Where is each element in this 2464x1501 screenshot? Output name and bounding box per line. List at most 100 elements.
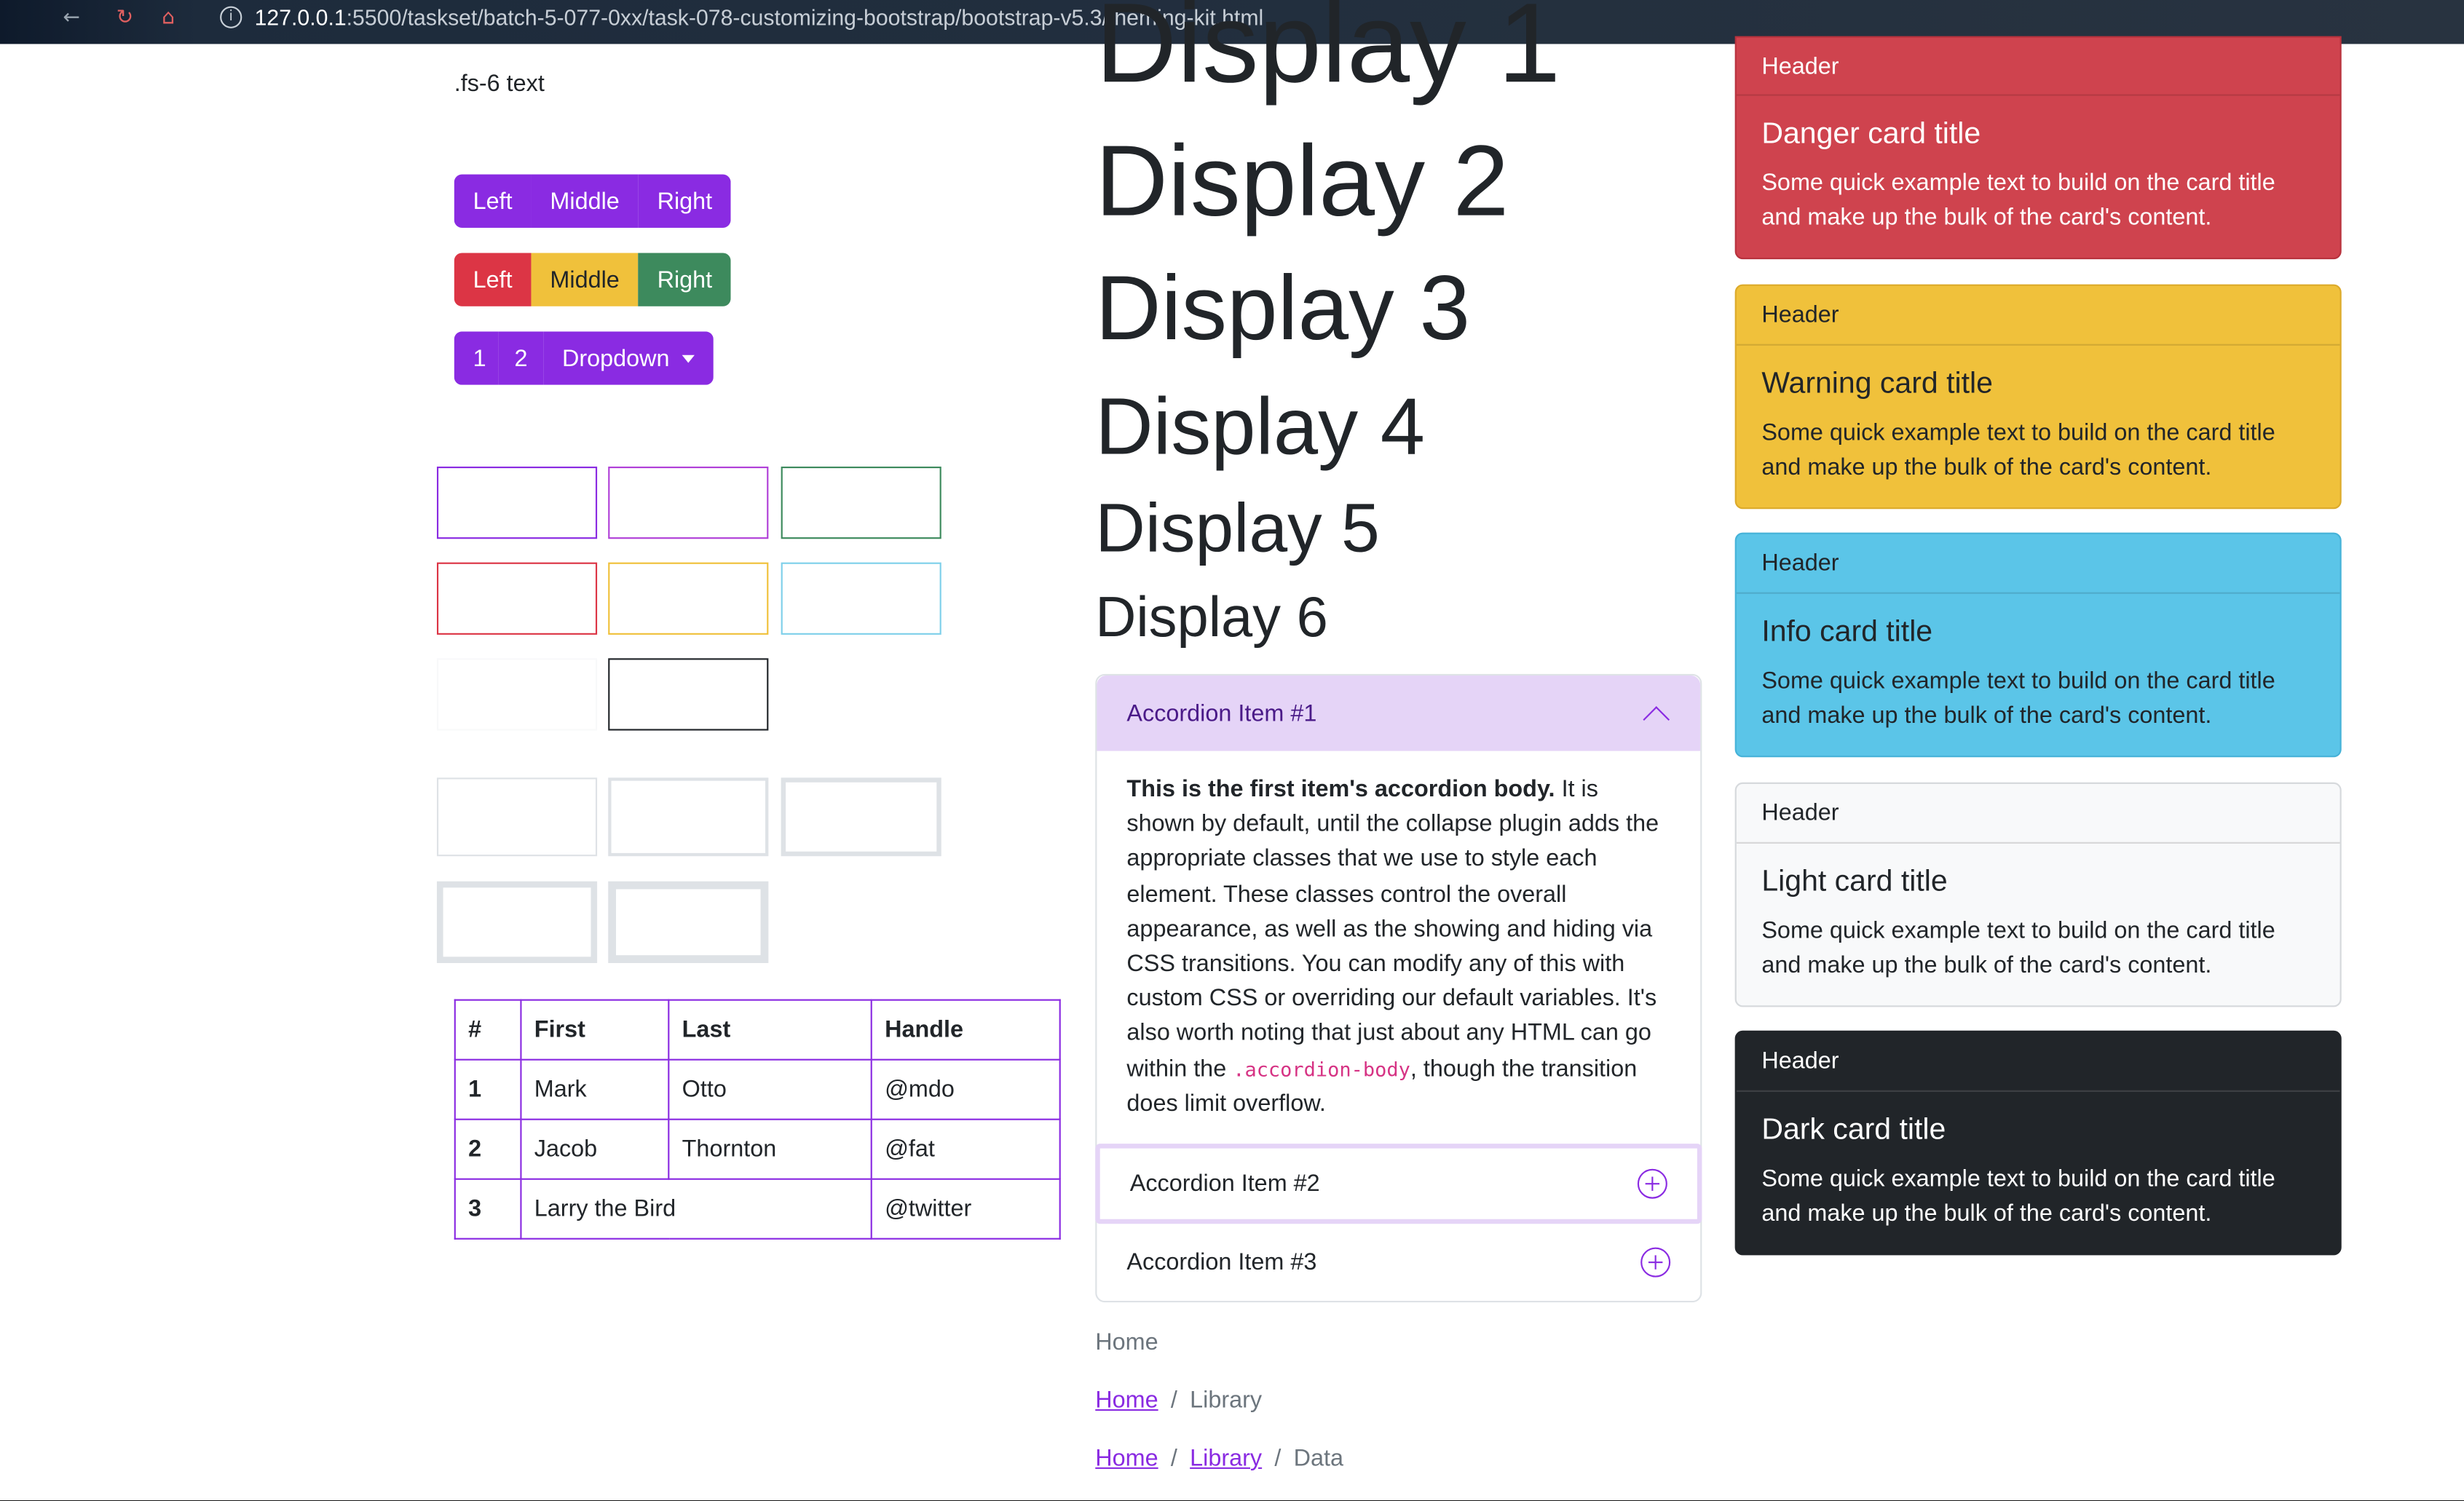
breadcrumb-separator: / [1274, 1445, 1282, 1473]
card-text: Some quick example text to build on the … [1761, 668, 2275, 730]
table-header-row: # First Last Handle [454, 999, 1061, 1061]
accordion-body-strong: This is the first item's accordion body. [1126, 776, 1555, 803]
card-title: Light card title [1761, 866, 1948, 899]
breadcrumb-separator: / [1170, 1445, 1177, 1473]
card-dark: Header Dark card title Some quick exampl… [1734, 1030, 2342, 1256]
table-header: Last [668, 999, 872, 1061]
breadcrumb-active: Home [1095, 1328, 1158, 1356]
border-width-4 [436, 881, 598, 963]
card-body: Danger card title Some quick example tex… [1737, 96, 2340, 237]
table-cell: Otto [668, 1058, 872, 1120]
border-box-success [781, 466, 941, 539]
card-body: Dark card title Some quick example text … [1737, 1092, 2340, 1232]
card-title: Danger card title [1761, 117, 1981, 151]
border-box-dark [608, 658, 769, 731]
table-cell: @fat [870, 1118, 1061, 1180]
table-row: 3 Larry the Bird @twitter [454, 1178, 1061, 1240]
table-row: 2 Jacob Thornton @fat [454, 1118, 1061, 1180]
btn-right[interactable]: Right [638, 174, 732, 228]
border-width-1 [436, 777, 598, 857]
btn-right-success[interactable]: Right [638, 253, 732, 306]
card-title: Dark card title [1761, 1114, 1946, 1147]
accordion-body-1: This is the first item's accordion body.… [1097, 751, 1700, 1144]
accordion-body-code: .accordion-body [1233, 1056, 1410, 1081]
card-text: Some quick example text to build on the … [1761, 419, 2275, 482]
table-header: First [520, 999, 670, 1061]
table-header: Handle [870, 999, 1061, 1061]
card-body: Warning card title Some quick example te… [1737, 346, 2340, 486]
breadcrumb-active: Data [1293, 1445, 1344, 1473]
url-host: 127.0.0.1 [254, 4, 347, 31]
accordion-title-3: Accordion Item #3 [1126, 1248, 1317, 1276]
border-width-5 [608, 881, 769, 963]
reload-icon[interactable]: ↻ [117, 7, 134, 30]
page-viewport: ← ↻ ⌂ i 127.0.0.1:5500/taskset/batch-5-0… [0, 0, 2464, 1501]
display-1: Display 1 [1095, 0, 1561, 107]
table-cell: 3 [454, 1178, 522, 1240]
breadcrumb-1: Home [1095, 1329, 1158, 1356]
card-title: Info card title [1761, 616, 1933, 649]
card-danger: Header Danger card title Some quick exam… [1734, 36, 2342, 260]
accordion: Accordion Item #1 This is the first item… [1095, 673, 1702, 1303]
border-box-warning [608, 562, 769, 635]
card-header: Header [1736, 784, 2340, 844]
table-header: # [454, 999, 522, 1061]
border-box-secondary [608, 466, 769, 539]
card-warning: Header Warning card title Some quick exa… [1734, 284, 2342, 510]
display-6: Display 6 [1095, 584, 1328, 649]
data-table: # First Last Handle 1 Mark Otto @mdo 2 J… [454, 999, 1061, 1240]
btn-left-danger[interactable]: Left [454, 253, 532, 306]
btn-middle[interactable]: Middle [531, 174, 639, 228]
card-text: Some quick example text to build on the … [1761, 170, 2275, 231]
accordion-button-1[interactable]: Accordion Item #1 [1097, 676, 1701, 751]
table-row: 1 Mark Otto @mdo [454, 1058, 1061, 1120]
table-cell: Mark [520, 1058, 670, 1120]
caret-down-icon [682, 354, 695, 363]
card-body: Info card title Some quick example text … [1737, 594, 2340, 734]
btn-middle-warning[interactable]: Middle [531, 253, 639, 306]
card-header: Header [1736, 286, 2340, 346]
table-cell: 1 [454, 1058, 522, 1120]
btn-left[interactable]: Left [454, 174, 532, 228]
accordion-button-2[interactable]: Accordion Item #2 [1095, 1144, 1702, 1224]
breadcrumb-link-home[interactable]: Home [1095, 1446, 1158, 1473]
border-box-info [781, 562, 941, 635]
border-width-2 [608, 777, 769, 857]
button-group-purple: Left Middle Right [454, 174, 732, 228]
btn-1[interactable]: 1 [454, 331, 499, 385]
card-light: Header Light card title Some quick examp… [1734, 782, 2342, 1007]
display-4: Display 4 [1095, 381, 1425, 472]
display-5: Display 5 [1095, 490, 1380, 568]
table-cell: Jacob [520, 1118, 670, 1180]
breadcrumb-3: Home / Library / Data [1095, 1446, 1343, 1473]
plus-circle-icon [1640, 1247, 1671, 1278]
display-2: Display 2 [1095, 124, 1509, 237]
table-cell: Thornton [668, 1118, 872, 1180]
table-cell: Larry the Bird [520, 1178, 872, 1240]
accordion-body-text: It is shown by default, until the collap… [1126, 776, 1659, 1082]
card-title: Warning card title [1761, 368, 1993, 401]
dropdown-label: Dropdown [561, 344, 670, 372]
card-header: Header [1736, 534, 2340, 594]
site-info-icon[interactable]: i [220, 6, 242, 28]
card-header: Header [1736, 1032, 2340, 1092]
back-icon[interactable]: ← [63, 7, 80, 30]
fs6-text: .fs-6 text [454, 71, 545, 98]
table-cell: 2 [454, 1118, 522, 1180]
card-body: Light card title Some quick example text… [1737, 844, 2340, 984]
btn-2[interactable]: 2 [498, 331, 544, 385]
breadcrumb-link-library[interactable]: Library [1190, 1446, 1262, 1473]
table-cell: @mdo [870, 1058, 1061, 1120]
breadcrumb-2: Home / Library [1095, 1387, 1262, 1414]
chevron-up-icon [1643, 705, 1670, 732]
accordion-button-3[interactable]: Accordion Item #3 [1097, 1224, 1700, 1301]
breadcrumb-active: Library [1190, 1387, 1263, 1414]
card-header: Header [1736, 38, 2340, 96]
button-group-colored: Left Middle Right [454, 253, 732, 306]
accordion-title-2: Accordion Item #2 [1129, 1170, 1320, 1197]
table-cell: @twitter [870, 1178, 1061, 1240]
dropdown-toggle[interactable]: Dropdown [543, 331, 714, 385]
breadcrumb-link-home[interactable]: Home [1095, 1387, 1158, 1414]
border-width-3 [781, 777, 941, 857]
home-icon[interactable]: ⌂ [162, 7, 175, 30]
